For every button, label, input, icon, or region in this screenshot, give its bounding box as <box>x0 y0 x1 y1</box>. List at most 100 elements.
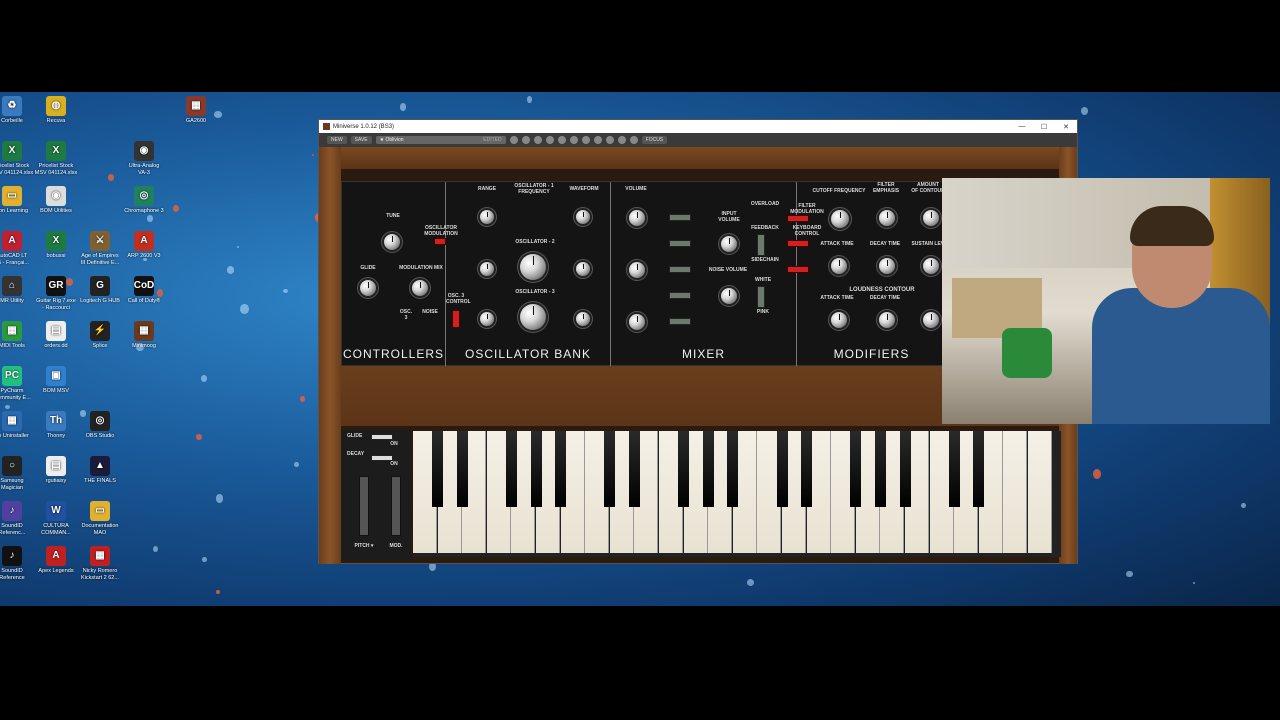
noise-color-switch[interactable] <box>757 286 765 308</box>
osc2-mix-switch[interactable] <box>669 266 691 273</box>
prev-preset-icon[interactable] <box>509 136 518 144</box>
desktop-icon[interactable]: ▦ MIDI Tools <box>0 321 34 350</box>
osc1-mix-switch[interactable] <box>669 214 691 221</box>
black-key[interactable] <box>678 431 690 507</box>
black-key[interactable] <box>604 431 616 507</box>
black-key[interactable] <box>530 431 542 507</box>
desktop-icon[interactable]: ♻ Corbeille <box>0 96 34 125</box>
desktop-icon[interactable]: ♪ SoundID Reference <box>0 546 34 581</box>
emphasis-knob[interactable] <box>879 210 895 226</box>
black-key[interactable] <box>973 431 985 507</box>
black-key[interactable] <box>776 431 788 507</box>
maximize-button[interactable]: ☐ <box>1033 123 1055 131</box>
osc2-volume-knob[interactable] <box>629 262 645 278</box>
osc2-frequency-knob[interactable] <box>520 254 546 280</box>
filter-icon[interactable] <box>593 136 602 144</box>
osc1-waveform-knob[interactable] <box>576 210 590 224</box>
osc3-volume-knob[interactable] <box>629 314 645 330</box>
keyboard-control-switch-2[interactable] <box>787 266 809 273</box>
osc3-mix-switch[interactable] <box>669 318 691 325</box>
desktop-icon[interactable]: ◎ OBS Studio <box>78 411 122 440</box>
desktop-icon[interactable]: ▦ Minimoog <box>122 321 166 350</box>
feedback-switch[interactable] <box>757 234 765 256</box>
osc3-range-knob[interactable] <box>480 312 494 326</box>
noise-mix-switch[interactable] <box>669 292 691 299</box>
input-volume-knob[interactable] <box>721 236 737 252</box>
osc2-waveform-knob[interactable] <box>576 262 590 276</box>
glide-knob[interactable] <box>360 280 376 296</box>
ext-mix-switch[interactable] <box>669 240 691 247</box>
help-icon[interactable] <box>629 136 638 144</box>
osc3-waveform-knob[interactable] <box>576 312 590 326</box>
contour-amount-knob[interactable] <box>923 210 939 226</box>
desktop-icon[interactable]: ♪ SoundID Referenc... <box>0 501 34 536</box>
desktop-icon[interactable]: PC PyCharm Community E... <box>0 366 34 401</box>
black-key[interactable] <box>555 431 567 507</box>
midi-icon[interactable] <box>617 136 626 144</box>
desktop-icon[interactable]: ⚡ Splice <box>78 321 122 350</box>
osc3-frequency-knob[interactable] <box>520 304 546 330</box>
desktop-icon[interactable]: W CULTURA COMMAN... <box>34 501 78 536</box>
black-key[interactable] <box>899 431 911 507</box>
desktop-icon[interactable]: ⌂ MR Utility <box>0 276 34 305</box>
cutoff-knob[interactable] <box>831 210 849 228</box>
desktop-icon[interactable]: ▤ orders.dd <box>34 321 78 350</box>
osc3-control-switch[interactable] <box>452 310 460 328</box>
next-preset-icon[interactable] <box>521 136 530 144</box>
desktop-icon[interactable]: X Pricelist Stock MSV 041124.xlsx <box>0 141 34 176</box>
loud-attack-knob[interactable] <box>831 312 847 328</box>
desktop-icon[interactable]: A AutoCAD LT 25 - Françai... <box>0 231 34 266</box>
desktop-icon[interactable]: A ARP 2600 V3 <box>122 231 166 260</box>
black-key[interactable] <box>456 431 468 507</box>
black-key[interactable] <box>727 431 739 507</box>
globe-icon[interactable] <box>605 136 614 144</box>
filter-sustain-knob[interactable] <box>923 258 939 274</box>
osc2-range-knob[interactable] <box>480 262 494 276</box>
desktop-icon[interactable]: ▣ BOM MSV <box>34 366 78 395</box>
glide-toggle[interactable] <box>371 434 393 440</box>
mod-wheel[interactable] <box>391 476 401 536</box>
desktop-icon[interactable]: ▦ no Uninstaller <box>0 411 34 440</box>
desktop-icon[interactable]: X Pricelist Stock MSV 041124.xlsx <box>34 141 78 176</box>
close-button[interactable]: ✕ <box>1055 123 1077 131</box>
osc1-range-knob[interactable] <box>480 210 494 224</box>
loud-sustain-knob[interactable] <box>923 312 939 328</box>
desktop-icon[interactable]: ◎ Chromaphone 3 <box>122 186 166 215</box>
desktop-icon[interactable]: ◉ BOM Utilities <box>34 186 78 215</box>
undo-icon[interactable] <box>533 136 542 144</box>
desktop-icon[interactable]: ▦ GA2600 <box>174 96 218 125</box>
minimize-button[interactable]: — <box>1011 123 1033 131</box>
black-key[interactable] <box>874 431 886 507</box>
focus-button[interactable]: FOCUS <box>641 136 668 144</box>
filter-attack-knob[interactable] <box>831 258 847 274</box>
desktop-icon[interactable]: ▭ Documentation MAO <box>78 501 122 536</box>
desktop-icon[interactable]: ⚔ Age of Empires III Definitive E... <box>78 231 122 266</box>
save-button[interactable]: SAVE <box>350 136 372 144</box>
noise-volume-knob[interactable] <box>721 288 737 304</box>
osc1-volume-knob[interactable] <box>629 210 645 226</box>
desktop-icon[interactable]: ◉ Ultra-Analog VA-3 <box>122 141 166 176</box>
desktop-icon[interactable]: ○ Samsung Magician <box>0 456 34 491</box>
black-key[interactable] <box>702 431 714 507</box>
black-key[interactable] <box>432 431 444 507</box>
desktop-icon[interactable]: ▲ THE FINALS <box>78 456 122 485</box>
loud-decay-knob[interactable] <box>879 312 895 328</box>
desktop-icon[interactable]: ◍ Recuva <box>34 96 78 125</box>
desktop-icon[interactable]: CoD Call of Duty® <box>122 276 166 305</box>
pitch-wheel[interactable] <box>359 476 369 536</box>
desktop-icon[interactable]: ▤ rgutiaixy <box>34 456 78 485</box>
desktop-icon[interactable]: GR Guitar Rig 7.exe - Raccourci <box>34 276 78 311</box>
keyboard-icon[interactable] <box>581 136 590 144</box>
desktop-icon[interactable]: G Logitech G HUB <box>78 276 122 305</box>
white-key[interactable] <box>1028 431 1052 553</box>
black-key[interactable] <box>948 431 960 507</box>
black-key[interactable] <box>628 431 640 507</box>
new-button[interactable]: NEW <box>327 136 347 144</box>
tune-knob[interactable] <box>384 234 400 250</box>
redo-icon[interactable] <box>545 136 554 144</box>
osc-mod-switch[interactable] <box>434 238 446 245</box>
mod-mix-knob[interactable] <box>412 280 428 296</box>
window-titlebar[interactable]: Miniverse 1.0.12 (BS3) — ☐ ✕ <box>319 120 1077 133</box>
white-key[interactable] <box>1003 431 1028 553</box>
desktop-icon[interactable]: Xbobussi <box>34 231 78 260</box>
